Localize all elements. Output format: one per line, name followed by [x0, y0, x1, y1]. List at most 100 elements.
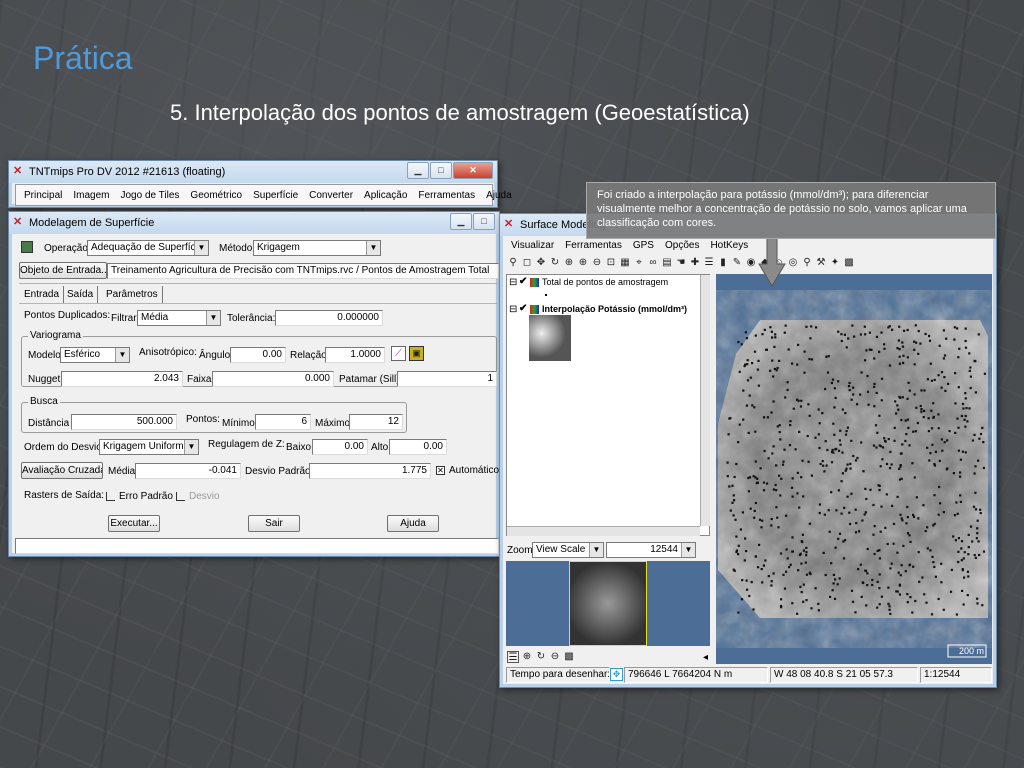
distancia-field[interactable]: 500.000 [71, 414, 177, 430]
minimize-button[interactable]: ▁ [450, 213, 472, 230]
legend-vscroll[interactable] [700, 275, 710, 526]
nugget-field[interactable]: 2.043 [61, 371, 183, 387]
layer-visible-check-icon[interactable]: ✔ [519, 303, 527, 314]
close-button[interactable]: ✕ [453, 162, 493, 179]
frame-icon[interactable]: ◻ [521, 257, 533, 269]
add-layer-icon[interactable]: ✚ [689, 257, 701, 269]
layer-interpolacao-potassio[interactable]: Interpolação Potássio (mmol/dm³) [542, 304, 687, 314]
sample-point [782, 460, 785, 463]
pan-icon[interactable]: ✥ [535, 257, 547, 269]
menu-visualizar[interactable]: Visualizar [511, 240, 554, 251]
save-icon[interactable]: ▣ [409, 346, 424, 361]
legend-hscroll[interactable] [507, 526, 700, 536]
menu-aplicacao[interactable]: Aplicação [364, 190, 407, 201]
measure-icon[interactable]: ⌖ [633, 257, 645, 269]
menu-geometrico[interactable]: Geométrico [190, 190, 242, 201]
zoom-box-icon[interactable]: ⊡ [605, 257, 617, 269]
hammer-icon[interactable]: ⚒ [815, 257, 827, 269]
executar-button[interactable]: Executar... [108, 515, 160, 532]
menu-hotkeys[interactable]: HotKeys [710, 240, 748, 251]
media-field[interactable]: -0.041 [135, 463, 241, 479]
menu-ajuda[interactable]: Ajuda [486, 190, 512, 201]
avaliacao-cruzada-button[interactable]: Avaliação Cruzada [21, 462, 103, 479]
angulo-field[interactable]: 0.00 [230, 347, 286, 363]
image-icon[interactable]: ▩ [563, 651, 575, 663]
tab-parametros[interactable]: Parâmetros [102, 286, 163, 303]
baixo-field[interactable]: 0.00 [312, 439, 368, 455]
maximo-field[interactable]: 12 [349, 414, 403, 430]
histogram-icon[interactable]: ▮ [717, 257, 729, 269]
refresh-icon[interactable]: ↻ [549, 257, 561, 269]
refresh-icon[interactable]: ↻ [535, 651, 547, 663]
menu-imagem[interactable]: Imagem [73, 190, 109, 201]
main-window-titlebar[interactable]: ✕ TNTmips Pro DV 2012 #21613 (floating) … [9, 161, 497, 183]
zoom-value-select[interactable]: 12544 ▼ [606, 542, 696, 558]
minimo-field[interactable]: 6 [255, 414, 311, 430]
zoom-out-icon[interactable]: ⊖ [549, 651, 561, 663]
desvio-checkbox[interactable] [176, 492, 185, 501]
layer-collapse-icon[interactable]: ⊟ [509, 277, 517, 288]
sample-point [862, 581, 865, 585]
menu-ferramentas[interactable]: Ferramentas [565, 240, 622, 251]
overview-map[interactable] [506, 561, 710, 646]
menu-ferramentas[interactable]: Ferramentas [418, 190, 475, 201]
select-icon[interactable]: ⚲ [507, 257, 519, 269]
gps-icon[interactable]: ✥ [610, 668, 623, 681]
list-icon[interactable]: ☰ [507, 651, 519, 663]
tolerancia-field[interactable]: 0.000000 [275, 310, 383, 326]
menu-opcoes[interactable]: Opções [665, 240, 699, 251]
relacao-field[interactable]: 1.0000 [325, 347, 385, 363]
patamar-field[interactable]: 1 [397, 371, 497, 387]
chart-icon[interactable]: ⟋ [391, 346, 406, 361]
edit-icon[interactable]: ✎ [731, 257, 743, 269]
erro-padrao-checkbox[interactable] [106, 492, 115, 501]
filtrar-select[interactable]: Média ▼ [137, 310, 221, 326]
modelagem-titlebar[interactable]: ✕ Modelagem de Superfície ▁ □ [9, 212, 499, 234]
operacao-select[interactable]: Adequação de Superfície ▼ [87, 240, 209, 256]
zoom-out-icon[interactable]: ⊖ [591, 257, 603, 269]
main-map-view[interactable]: 200 m [716, 274, 992, 664]
menu-converter[interactable]: Converter [309, 190, 353, 201]
menu-gps[interactable]: GPS [633, 240, 654, 251]
metodo-select[interactable]: Krigagem ▼ [253, 240, 381, 256]
maximize-button[interactable]: □ [473, 213, 495, 230]
minimize-button[interactable]: ▁ [407, 162, 429, 179]
layer-total-pontos[interactable]: Total de pontos de amostragem [542, 277, 668, 287]
maximize-button[interactable]: □ [430, 162, 452, 179]
target-icon[interactable]: ◎ [787, 257, 799, 269]
objeto-entrada-field[interactable]: Treinamento Agricultura de Precisão com … [107, 263, 499, 279]
layer-visible-check-icon[interactable]: ✔ [519, 276, 527, 287]
zoom-mode-select[interactable]: View Scale ▼ [532, 542, 604, 558]
automatico-checkbox[interactable]: ✕ [436, 466, 445, 475]
options-icon[interactable] [21, 241, 33, 253]
desvio-padrao-field[interactable]: 1.775 [309, 463, 431, 479]
menu-jogo-de-tiles[interactable]: Jogo de Tiles [120, 190, 179, 201]
layer-icon[interactable]: ▤ [661, 257, 673, 269]
grid-icon[interactable]: ▦ [619, 257, 631, 269]
image-icon[interactable]: ▩ [843, 257, 855, 269]
collapse-arrow-icon[interactable]: ◂ [703, 652, 708, 663]
sair-button[interactable]: Sair [248, 515, 300, 532]
sample-point [900, 418, 903, 422]
circle-icon[interactable]: ◉ [745, 257, 757, 269]
sample-point [893, 439, 896, 442]
zoom-in-icon[interactable]: ⊕ [577, 257, 589, 269]
layer-collapse-icon[interactable]: ⊟ [509, 304, 517, 315]
hand-icon[interactable]: ☚ [675, 257, 687, 269]
zoom-icon[interactable]: ⊕ [563, 257, 575, 269]
search-icon[interactable]: ⚲ [801, 257, 813, 269]
menu-superficie[interactable]: Superfície [253, 190, 298, 201]
ajuda-button[interactable]: Ajuda [387, 515, 439, 532]
list-icon[interactable]: ☰ [703, 257, 715, 269]
tab-entrada[interactable]: Entrada [20, 286, 65, 303]
ordem-desvio-select[interactable]: Krigagem Uniforme ▼ [99, 439, 199, 455]
objeto-entrada-button[interactable]: Objeto de Entrada... [19, 262, 107, 279]
binoculars-icon[interactable]: ∞ [647, 257, 659, 269]
palette-icon[interactable]: ✦ [829, 257, 841, 269]
tab-saida[interactable]: Saída [63, 286, 99, 303]
zoom-in-icon[interactable]: ⊕ [521, 651, 533, 663]
modelo-select[interactable]: Esférico ▼ [60, 347, 130, 363]
alto-field[interactable]: 0.00 [389, 439, 447, 455]
menu-principal[interactable]: Principal [24, 190, 62, 201]
faixa-field[interactable]: 0.000 [212, 371, 334, 387]
